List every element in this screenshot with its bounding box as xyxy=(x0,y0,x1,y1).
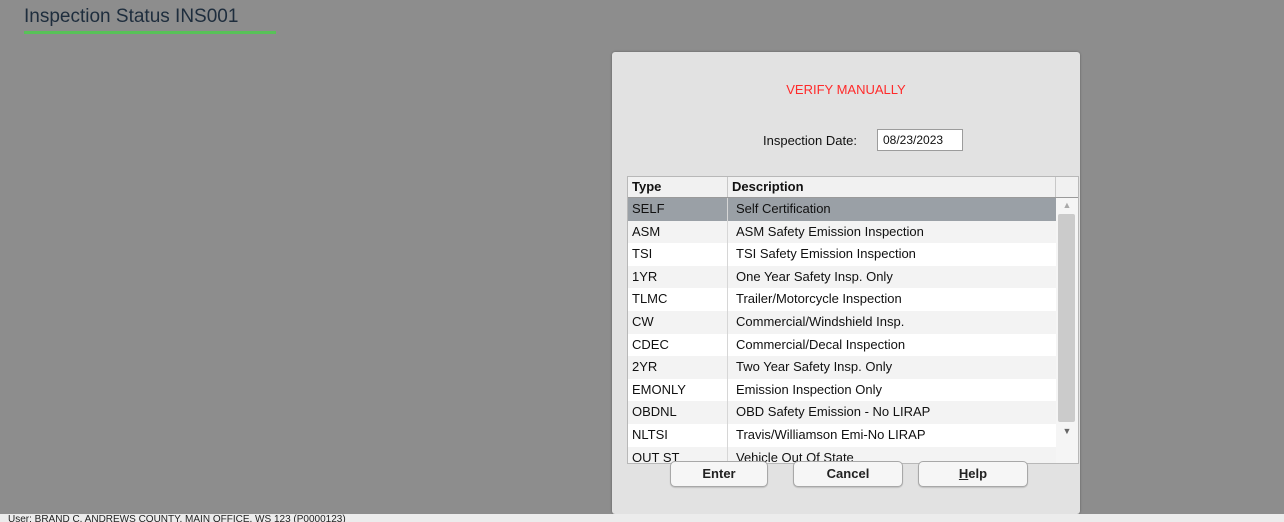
status-bar: User: BRAND C. ANDREWS COUNTY, MAIN OFFI… xyxy=(0,514,1284,522)
cell-type: NLTSI xyxy=(628,423,728,447)
cell-type: CDEC xyxy=(628,333,728,357)
table-row[interactable]: TSI TSI Safety Emission Inspection xyxy=(628,243,1056,266)
cell-type: EMONLY xyxy=(628,378,728,402)
table-row[interactable]: TLMC Trailer/Motorcycle Inspection xyxy=(628,288,1056,311)
table-scrollbar[interactable]: ▲ ▼ xyxy=(1056,198,1078,463)
cell-type: CW xyxy=(628,310,728,334)
enter-button[interactable]: Enter xyxy=(670,461,768,487)
table-row[interactable]: NLTSI Travis/Williamson Emi-No LIRAP xyxy=(628,423,1056,447)
cell-description: Self Certification xyxy=(736,201,831,216)
cell-description: Two Year Safety Insp. Only xyxy=(736,359,893,375)
table-row[interactable]: CDEC Commercial/Decal Inspection xyxy=(628,333,1056,357)
scrollbar-thumb[interactable] xyxy=(1058,214,1075,422)
cell-description: One Year Safety Insp. Only xyxy=(736,268,893,284)
cell-description: Emission Inspection Only xyxy=(736,381,882,397)
cell-type: TSI xyxy=(628,243,728,266)
help-label-rest: elp xyxy=(968,466,988,481)
dialog-title: VERIFY MANUALLY xyxy=(786,82,906,97)
cancel-button[interactable]: Cancel xyxy=(793,461,903,487)
page-title: Inspection Status INS001 xyxy=(24,6,276,34)
cell-type: TLMC xyxy=(628,288,728,311)
verify-dialog: VERIFY MANUALLY Inspection Date: 08/23/2… xyxy=(612,52,1080,514)
cell-description: Travis/Williamson Emi-No LIRAP xyxy=(736,426,926,442)
cell-description: Trailer/Motorcycle Inspection xyxy=(736,291,902,307)
cell-description: Commercial/Decal Inspection xyxy=(736,336,906,352)
cell-type: 1YR xyxy=(628,265,728,289)
table-row[interactable]: ASM ASM Safety Emission Inspection xyxy=(628,220,1056,244)
table-body: SELF Self Certification ASM ASM Safety Emis… xyxy=(628,198,1056,463)
cell-description: TSI Safety Emission Inspection xyxy=(736,246,916,262)
status-text: User: BRAND C. ANDREWS COUNTY, MAIN OFFI… xyxy=(8,514,346,522)
table-row[interactable]: 1YR One Year Safety Insp. Only xyxy=(628,265,1056,289)
help-button[interactable]: Help xyxy=(918,461,1028,487)
help-accelerator: H xyxy=(958,466,969,481)
table-row[interactable]: EMONLY Emission Inspection Only xyxy=(628,378,1056,402)
scroll-up-arrow-icon[interactable]: ▲ xyxy=(1056,198,1078,212)
cell-description: Commercial/Windshield Insp. xyxy=(736,313,905,329)
column-header-type[interactable]: Type xyxy=(628,177,728,197)
cell-description: ASM Safety Emission Inspection xyxy=(736,223,924,239)
column-header-description[interactable]: Description xyxy=(728,177,1056,197)
table-header-corner xyxy=(1056,177,1078,197)
inspection-date-label: Inspection Date: xyxy=(763,133,857,148)
cell-type: 2YR xyxy=(628,356,728,379)
inspection-type-table: Type Description SELF Self Certification A… xyxy=(627,176,1079,464)
table-row[interactable]: 2YR Two Year Safety Insp. Only xyxy=(628,356,1056,379)
table-row[interactable]: OBDNL OBD Safety Emission - No LIRAP xyxy=(628,401,1056,424)
inspection-date-input[interactable]: 08/23/2023 xyxy=(877,129,963,151)
scroll-down-arrow-icon[interactable]: ▼ xyxy=(1056,424,1078,438)
table-row[interactable]: SELF Self Certification xyxy=(628,198,1056,221)
table-header: Type Description xyxy=(628,177,1078,198)
cell-type: OBDNL xyxy=(628,401,728,424)
table-row[interactable]: CW Commercial/Windshield Insp. xyxy=(628,310,1056,334)
cell-description: OBD Safety Emission - No LIRAP xyxy=(736,404,931,420)
cell-type: ASM xyxy=(628,220,728,244)
cell-type: SELF xyxy=(628,198,728,221)
